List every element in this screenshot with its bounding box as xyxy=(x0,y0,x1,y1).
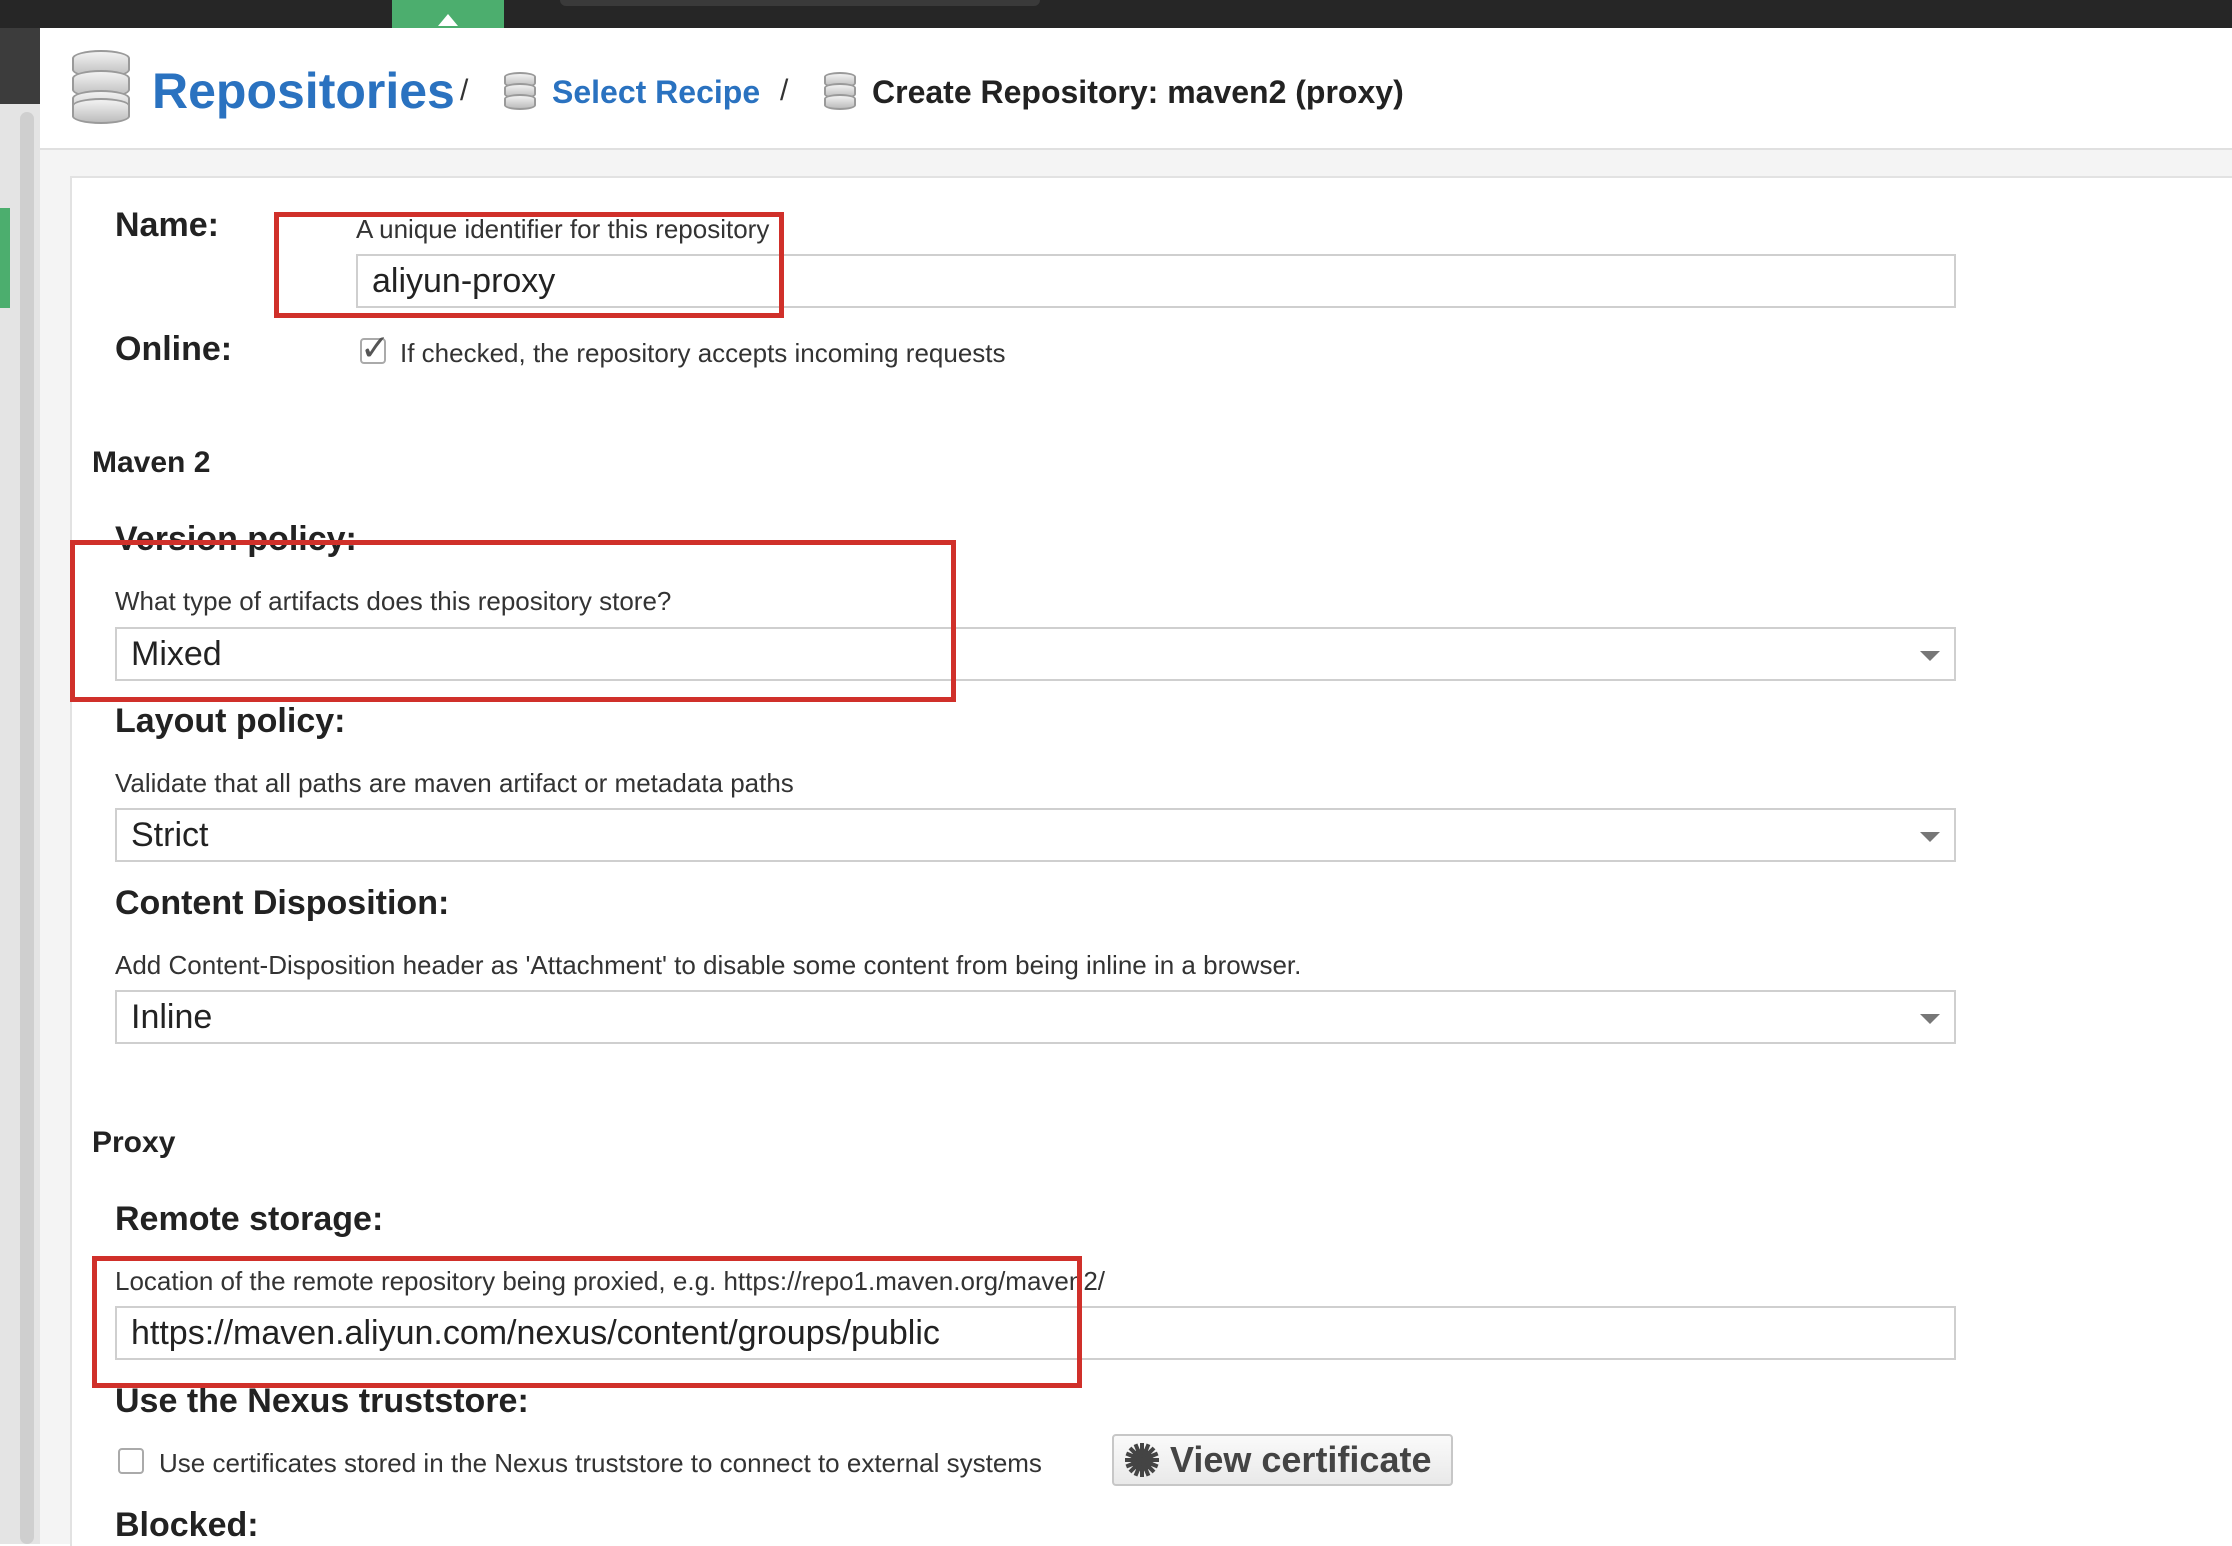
top-nav-bar xyxy=(0,0,2232,28)
truststore-checkbox[interactable] xyxy=(118,1448,144,1474)
database-icon xyxy=(72,50,130,124)
layout-policy-help: Validate that all paths are maven artifa… xyxy=(115,768,794,798)
breadcrumb-select-recipe[interactable]: Select Recipe xyxy=(552,74,760,111)
content-disposition-value: Inline xyxy=(131,998,213,1036)
nav-tab[interactable] xyxy=(560,0,1040,6)
content-disposition-label: Content Disposition: xyxy=(115,884,450,922)
checkmark-icon: ✓ xyxy=(360,327,391,368)
truststore-help: Use certificates stored in the Nexus tru… xyxy=(159,1448,1042,1478)
breadcrumb-separator: / xyxy=(780,74,789,107)
breadcrumb: Repositories / Select Recipe / Create Re… xyxy=(40,28,2232,150)
blocked-label: Blocked: xyxy=(115,1506,259,1544)
online-checkbox[interactable]: ✓ xyxy=(360,330,390,366)
view-certificate-button[interactable]: View certificate xyxy=(1112,1434,1454,1486)
left-sidebar-edge xyxy=(0,28,40,1544)
breadcrumb-current: Create Repository: maven2 (proxy) xyxy=(872,74,1404,110)
highlight-version-policy-box xyxy=(70,540,956,702)
name-label: Name: xyxy=(115,206,219,244)
remote-storage-label: Remote storage: xyxy=(115,1200,384,1238)
database-icon xyxy=(824,72,856,110)
chevron-down-icon[interactable] xyxy=(1920,1014,1940,1024)
sidebar-header xyxy=(0,28,40,104)
layout-policy-label: Layout policy: xyxy=(115,702,346,740)
highlight-remote-storage-box xyxy=(92,1256,1082,1388)
breadcrumb-separator: / xyxy=(460,74,469,107)
sidebar-active-indicator xyxy=(0,208,10,308)
content-disposition-select[interactable]: Inline xyxy=(115,990,1956,1044)
chevron-down-icon[interactable] xyxy=(1920,651,1940,661)
layout-policy-value: Strict xyxy=(131,816,209,854)
online-help: If checked, the repository accepts incom… xyxy=(400,338,1006,368)
maven-section-title: Maven 2 xyxy=(92,446,211,479)
breadcrumb-repositories[interactable]: Repositories xyxy=(152,62,455,120)
chevron-down-icon[interactable] xyxy=(1920,832,1940,842)
view-certificate-label: View certificate xyxy=(1170,1439,1432,1480)
highlight-name-box xyxy=(274,212,784,318)
certificate-icon xyxy=(1125,1443,1159,1477)
active-nav-tab[interactable] xyxy=(392,0,504,28)
layout-policy-select[interactable]: Strict xyxy=(115,808,1956,862)
online-label: Online: xyxy=(115,330,233,368)
content-disposition-help: Add Content-Disposition header as 'Attac… xyxy=(115,950,1302,980)
database-icon xyxy=(504,72,536,110)
sidebar-scrollbar[interactable] xyxy=(20,112,34,1544)
proxy-section-title: Proxy xyxy=(92,1126,176,1159)
